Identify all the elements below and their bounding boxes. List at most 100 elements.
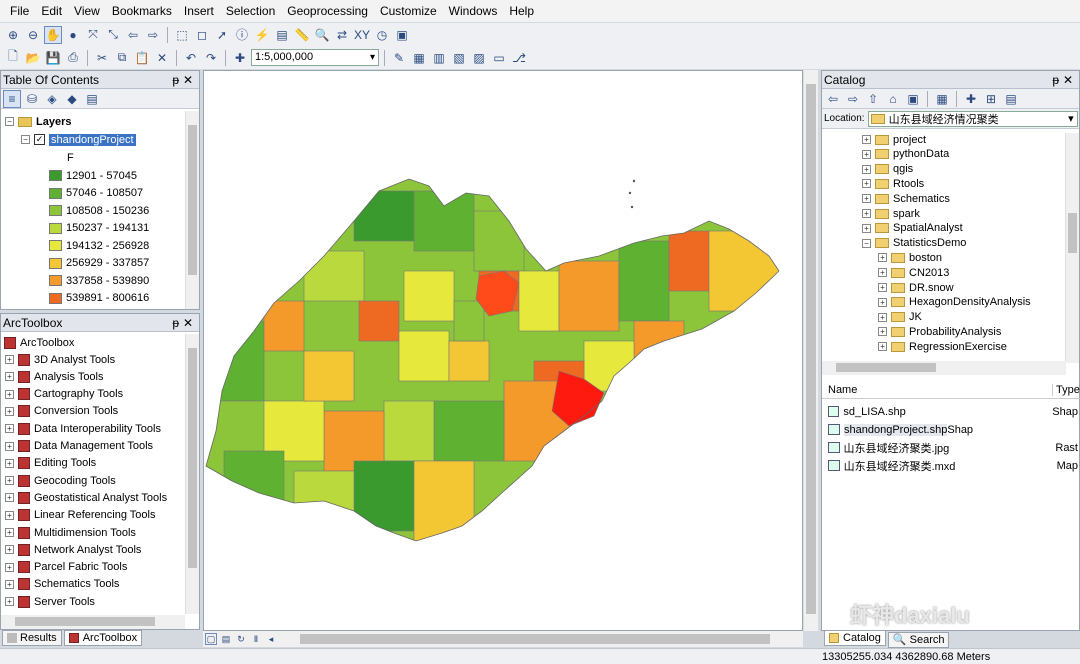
list-by-source-icon[interactable]: ⛁ (23, 90, 41, 108)
name-column-header[interactable]: Name (822, 384, 1052, 396)
tab-arctoolbox[interactable]: ArcToolbox (63, 630, 143, 646)
expand-icon[interactable]: + (862, 164, 871, 174)
undo-icon[interactable]: ↶ (182, 49, 200, 67)
menu-help[interactable]: Help (503, 4, 540, 18)
pause-drawing-icon[interactable]: Ⅱ (250, 633, 262, 645)
viewer-icon[interactable]: ▣ (393, 26, 411, 44)
toolbox-scrollbar[interactable] (185, 334, 199, 614)
expand-icon[interactable]: + (878, 283, 887, 292)
expand-icon[interactable]: − (862, 238, 871, 248)
expand-icon[interactable]: + (5, 406, 14, 416)
menu-view[interactable]: View (68, 4, 106, 18)
expand-icon[interactable]: + (878, 342, 887, 352)
model-builder-icon[interactable]: ⎇ (510, 49, 528, 67)
delete-icon[interactable]: ✕ (153, 49, 171, 67)
expand-icon[interactable]: + (5, 528, 14, 537)
select-features-icon[interactable]: ⬚ (173, 26, 191, 44)
toolbox-item[interactable]: + Editing Tools (5, 455, 96, 472)
legend-swatch[interactable] (49, 257, 62, 269)
fixed-zoom-in-icon[interactable]: ⤧ (84, 26, 102, 44)
expand-icon[interactable]: + (5, 493, 14, 503)
layer-row[interactable]: − ✓ shandongProject (21, 131, 136, 148)
new-icon[interactable]: 🗋 (4, 49, 22, 67)
pin-icon[interactable]: ᵽ (1052, 71, 1059, 89)
tab-search[interactable]: 🔍 Search (887, 631, 950, 648)
layout-view-icon[interactable]: ▤ (220, 633, 232, 645)
refresh-icon[interactable]: ↻ (235, 633, 247, 645)
legend-swatch[interactable] (49, 292, 62, 304)
list-by-selection-icon[interactable]: ◆ (63, 90, 81, 108)
redo-icon[interactable]: ↷ (202, 49, 220, 67)
menu-geoprocessing[interactable]: Geoprocessing (281, 4, 374, 18)
back-extent-icon[interactable]: ⇦ (124, 26, 142, 44)
expand-icon[interactable]: + (5, 458, 14, 468)
toolbox-root[interactable]: ArcToolbox (4, 334, 74, 351)
toolbox-item[interactable]: + Server Tools (5, 593, 95, 610)
expand-icon[interactable]: + (862, 179, 871, 189)
menu-windows[interactable]: Windows (443, 4, 504, 18)
open-icon[interactable]: 📂 (24, 49, 42, 67)
legend-swatch[interactable] (49, 170, 62, 181)
expand-icon[interactable]: + (878, 268, 887, 278)
zoom-in-icon[interactable]: ⊕ (4, 26, 22, 44)
save-icon[interactable]: 💾 (44, 49, 62, 67)
full-extent-icon[interactable]: ● (64, 26, 82, 44)
pin-icon[interactable]: ᵽ (172, 71, 179, 89)
toolbox-item[interactable]: + Analysis Tools (5, 368, 104, 385)
toolbox-item[interactable]: + Multidimension Tools (5, 524, 136, 541)
expand-icon[interactable]: + (5, 424, 14, 434)
scroll-left-icon[interactable]: ◂ (265, 633, 277, 645)
map-hscrollbar-thumb[interactable] (300, 634, 770, 644)
menu-selection[interactable]: Selection (220, 4, 281, 18)
expand-icon[interactable]: + (5, 597, 14, 607)
expand-icon[interactable]: + (5, 562, 14, 572)
toolbox-item[interactable]: + Conversion Tools (5, 403, 118, 420)
toolbox-item[interactable]: + Parcel Fabric Tools (5, 559, 127, 576)
legend-swatch[interactable] (49, 275, 62, 286)
expand-icon[interactable]: + (862, 194, 871, 204)
catalog-file[interactable]: sd_LISA.shp Shap (828, 403, 1078, 420)
html-popup-icon[interactable]: ▤ (273, 26, 291, 44)
expand-icon[interactable]: + (5, 389, 14, 399)
expand-icon[interactable]: + (5, 579, 14, 589)
editor-icon[interactable]: ✎ (390, 49, 408, 67)
toolbox-item[interactable]: + Cartography Tools (5, 386, 123, 403)
clear-selection-icon[interactable]: ◻ (193, 26, 211, 44)
zoom-out-icon[interactable]: ⊖ (24, 26, 42, 44)
toolbox-item[interactable]: + Schematics Tools (5, 576, 119, 593)
catalog-subfolder[interactable]: + RegressionExercise (878, 338, 1007, 355)
catalog-tree-hscrollbar[interactable] (822, 361, 1066, 375)
expand-icon[interactable]: + (862, 135, 871, 144)
toc-window-icon[interactable]: ▦ (410, 49, 428, 67)
legend-swatch[interactable] (49, 222, 62, 234)
menu-edit[interactable]: Edit (35, 4, 68, 18)
search-window-icon[interactable]: ▧ (450, 49, 468, 67)
hyperlink-icon[interactable]: ⚡ (253, 26, 271, 44)
catalog-file[interactable]: shandongProject.shp Shap (828, 421, 1078, 438)
toolbox-item[interactable]: +3D Analyst Tools (5, 351, 115, 368)
goto-xy-icon[interactable]: XY (353, 26, 371, 44)
menu-insert[interactable]: Insert (178, 4, 220, 18)
time-slider-icon[interactable]: ◷ (373, 26, 391, 44)
map-view[interactable] (203, 70, 803, 631)
forward-icon[interactable]: ⇨ (844, 90, 862, 108)
expand-icon[interactable]: + (5, 441, 14, 451)
expand-icon[interactable]: + (878, 297, 887, 307)
toolbox-hscrollbar[interactable] (1, 615, 185, 629)
expand-icon[interactable]: + (862, 149, 871, 159)
layers-row[interactable]: − Layers (5, 113, 71, 130)
options-icon[interactable]: ▤ (83, 90, 101, 108)
find-icon[interactable]: 🔍 (313, 26, 331, 44)
toolbox-window-icon[interactable]: ▨ (470, 49, 488, 67)
catalog-tree-scrollbar[interactable] (1065, 133, 1079, 363)
select-elements-icon[interactable]: ➚ (213, 26, 231, 44)
tab-catalog[interactable]: Catalog (824, 630, 886, 646)
close-icon[interactable]: ✕ (183, 314, 193, 332)
expand-icon[interactable]: + (862, 223, 871, 233)
close-icon[interactable]: ✕ (1063, 71, 1073, 89)
catalog-file[interactable]: 山东县域经济聚类.jpg Rast (828, 439, 1078, 456)
data-view-icon[interactable]: ▢ (205, 633, 217, 645)
close-icon[interactable]: ✕ (183, 71, 193, 89)
location-field[interactable]: 山东县域经济情况聚类 ▾ (867, 110, 1078, 127)
print-icon[interactable]: ⎙ (64, 49, 82, 67)
